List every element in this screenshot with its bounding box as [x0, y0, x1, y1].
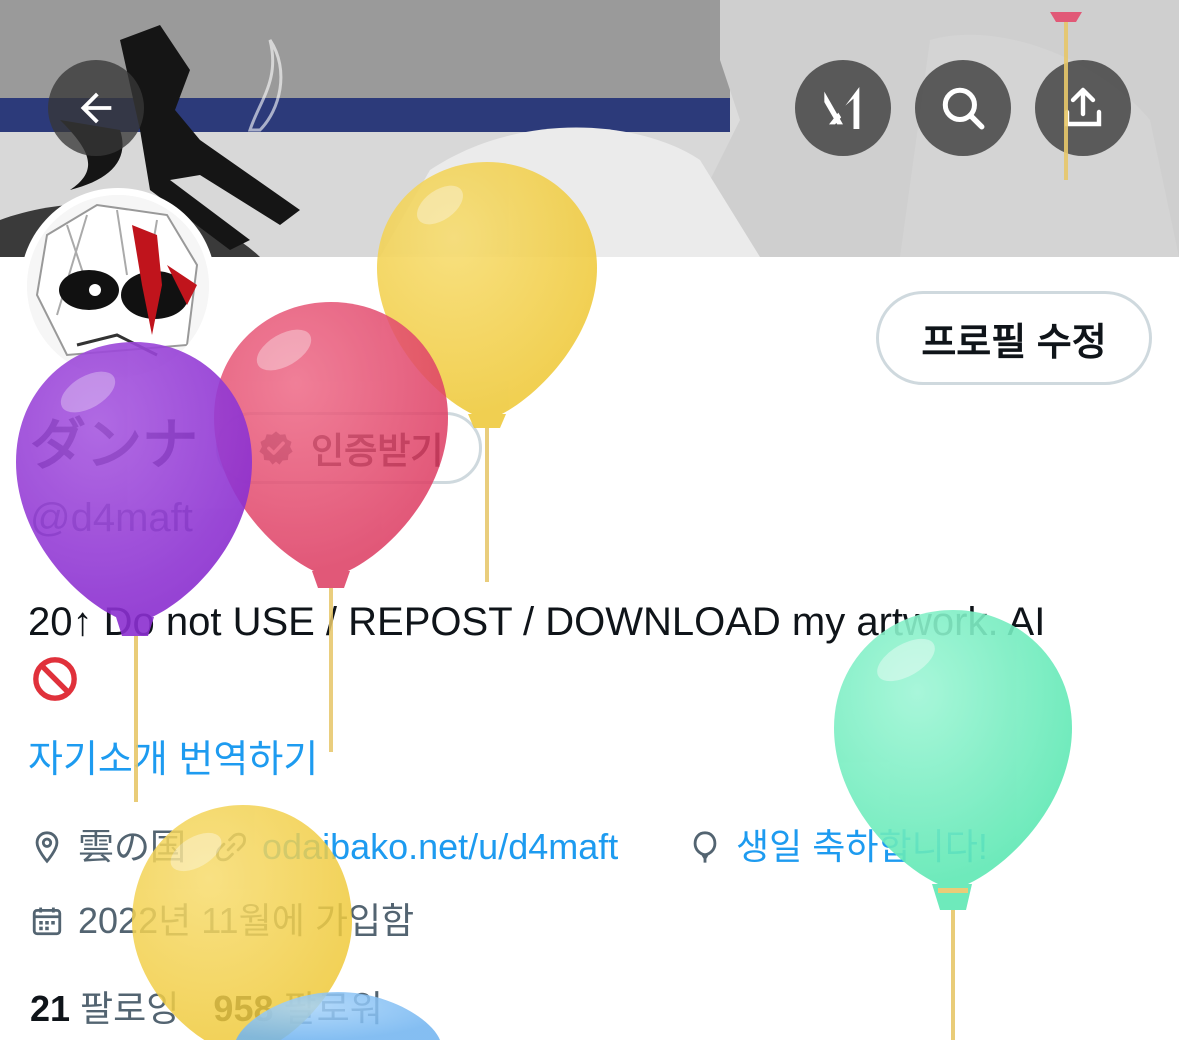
- location: 雲の国: [30, 824, 186, 870]
- no-entry-sign-icon: [33, 657, 77, 701]
- search-button[interactable]: [915, 60, 1011, 156]
- search-icon: [942, 87, 985, 130]
- location-text: 雲の国: [78, 826, 187, 867]
- followers-count: 958: [213, 988, 274, 1029]
- arrow-left-icon: [80, 92, 112, 124]
- website-link[interactable]: odaibako.net/u/d4maft: [214, 824, 618, 870]
- join-date: 2022년 11월에 가입함: [30, 898, 414, 944]
- display-name: ダンナ: [30, 413, 198, 476]
- back-button[interactable]: [48, 60, 144, 156]
- calendar-icon: [32, 907, 62, 936]
- share-button[interactable]: [1035, 60, 1131, 156]
- get-verified-label: 인증받기: [311, 430, 444, 471]
- grok-icon: [824, 87, 860, 129]
- birthday[interactable]: 생일 축하합니다!: [688, 824, 988, 870]
- edit-profile-button[interactable]: 프로필 수정: [876, 291, 1152, 385]
- following-link[interactable]: 21 팔로잉: [30, 986, 179, 1032]
- share-icon: [1064, 87, 1102, 127]
- link-icon: [216, 832, 246, 862]
- followers-link[interactable]: 958 팔로워: [213, 986, 382, 1032]
- edit-profile-label: 프로필 수정: [921, 321, 1107, 364]
- balloon-icon: [693, 831, 717, 863]
- bio-text: 20↑ Do not USE / REPOST / DOWNLOAD my ar…: [28, 600, 1046, 644]
- following-count: 21: [30, 988, 71, 1029]
- avatar[interactable]: [20, 188, 216, 384]
- followers-label: 팔로워: [283, 988, 383, 1029]
- grok-button[interactable]: [795, 60, 891, 156]
- location-pin-icon: [35, 831, 59, 864]
- user-handle: @d4maft: [30, 496, 193, 540]
- verified-badge-icon: [259, 431, 293, 465]
- birthday-text: 생일 축하합니다!: [736, 826, 988, 867]
- website-text: odaibako.net/u/d4maft: [262, 826, 619, 867]
- get-verified-button[interactable]: 인증받기: [216, 412, 482, 484]
- join-date-text: 2022년 11월에 가입함: [78, 900, 415, 941]
- follow-stats: 21 팔로잉 958 팔로워: [30, 986, 417, 1032]
- following-label: 팔로잉: [80, 988, 180, 1029]
- balloon-red-1: [214, 302, 448, 752]
- translate-bio-link[interactable]: 자기소개 번역하기: [28, 736, 318, 784]
- avatar-image: [27, 195, 209, 377]
